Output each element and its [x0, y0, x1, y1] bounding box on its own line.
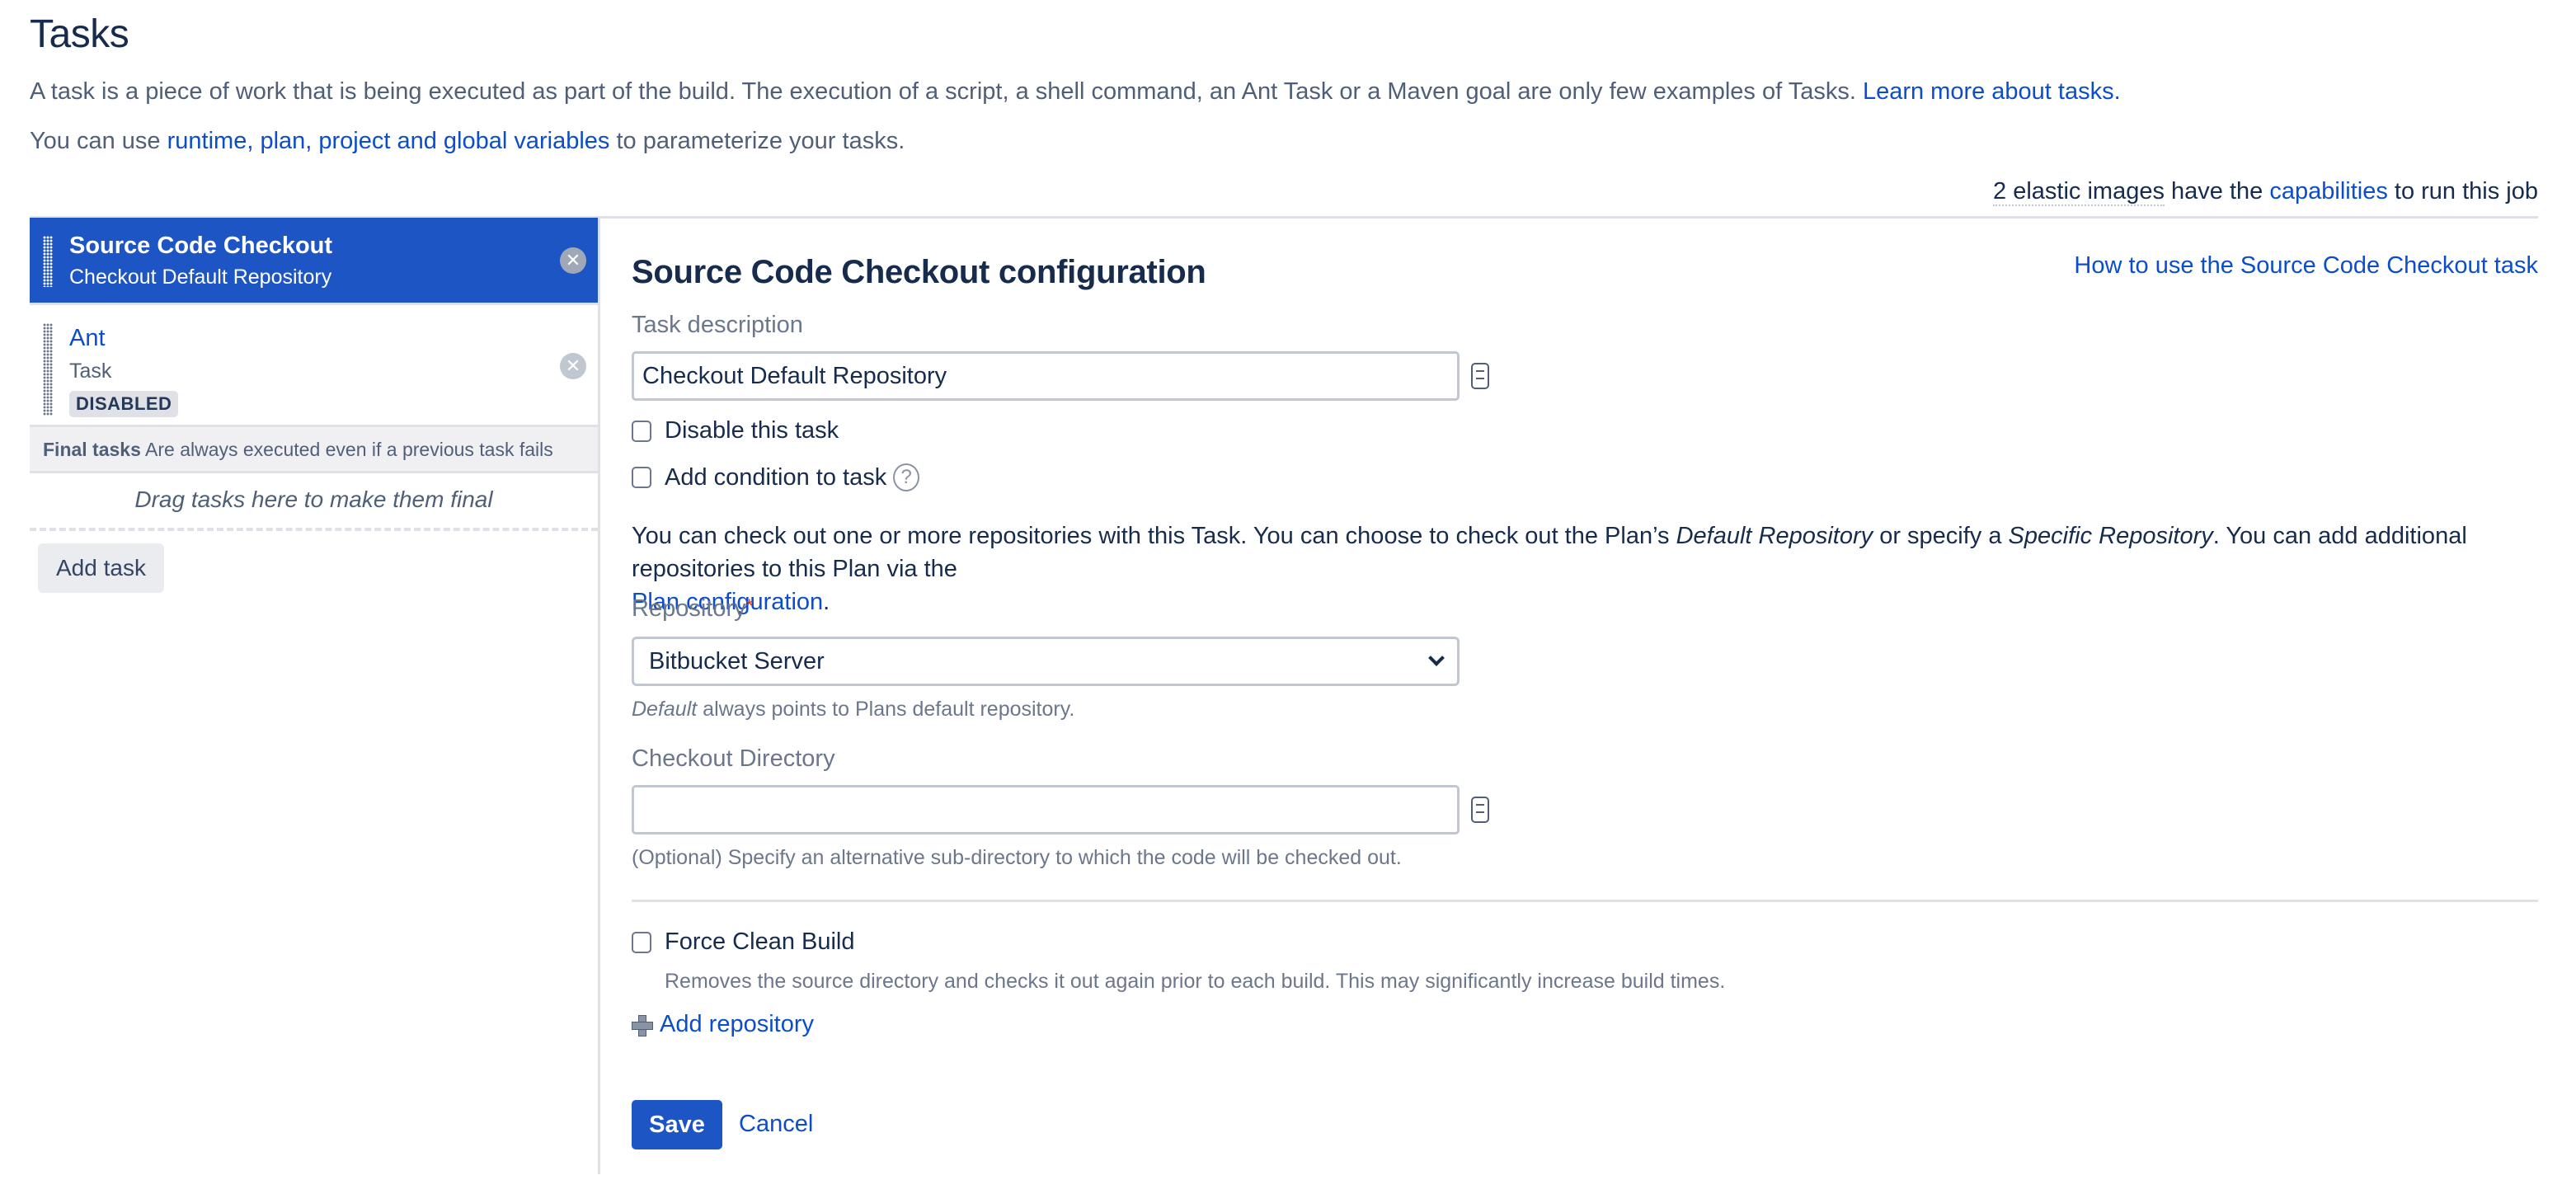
config-panel: Source Code Checkout configuration How t… — [632, 218, 2538, 1191]
force-clean-label[interactable]: Force Clean Build — [665, 928, 855, 956]
repository-help-em: Default — [632, 698, 698, 721]
task-description-input[interactable] — [632, 351, 1460, 401]
add-condition-checkbox[interactable] — [632, 467, 651, 488]
close-circle-icon[interactable]: ✕ — [560, 353, 586, 379]
task-subtitle: Task — [69, 360, 112, 383]
final-tasks-description: Are always executed even if a previous t… — [145, 439, 553, 460]
help-question-icon[interactable]: ? — [893, 463, 920, 491]
repo-info-part: You can check out one or more repositori… — [632, 523, 1676, 549]
checkout-directory-help: (Optional) Specify an alternative sub-di… — [632, 846, 1402, 869]
add-repository-label[interactable]: Add repository — [660, 1011, 814, 1038]
final-tasks-label: Final tasks — [43, 439, 141, 460]
plus-icon — [632, 1014, 653, 1037]
divider — [632, 900, 2538, 902]
repository-info-text: You can check out one or more repositori… — [632, 519, 2528, 618]
repository-help-text: always points to Plans default repositor… — [697, 698, 1075, 721]
add-repository-link[interactable]: Add repository — [632, 1011, 814, 1038]
checkout-directory-input[interactable] — [632, 785, 1460, 834]
disable-task-label[interactable]: Disable this task — [665, 417, 839, 444]
close-circle-icon[interactable]: ✕ — [560, 247, 586, 274]
drag-handle-icon[interactable] — [43, 323, 53, 416]
add-condition-row: Add condition to task ? — [632, 463, 920, 491]
variables-suffix: to parameterize your tasks. — [609, 128, 905, 154]
task-subtitle: Checkout Default Repository — [69, 266, 332, 289]
required-marker: * — [745, 595, 754, 616]
variables-icon[interactable] — [1471, 363, 1489, 389]
task-description-label: Task description — [632, 312, 803, 338]
variables-link[interactable]: runtime, plan, project and global variab… — [167, 128, 610, 154]
task-name: Source Code Checkout — [69, 233, 333, 259]
repo-info-part: or specify a — [1873, 523, 2009, 549]
intro-text: A task is a piece of work that is being … — [30, 78, 2121, 106]
intro-description: A task is a piece of work that is being … — [30, 78, 1863, 105]
repo-info-part: . — [823, 589, 830, 615]
add-task-button[interactable]: Add task — [38, 543, 164, 593]
repository-label: Repository* — [632, 595, 753, 623]
elastic-images-count[interactable]: 2 elastic images — [1993, 178, 2165, 206]
final-tasks-dropzone[interactable]: Drag tasks here to make them final — [30, 473, 598, 531]
chevron-down-icon — [1428, 650, 1445, 666]
save-button[interactable]: Save — [632, 1100, 722, 1149]
page-title: Tasks — [30, 12, 129, 56]
checkout-directory-label: Checkout Directory — [632, 745, 835, 772]
task-name[interactable]: Ant — [69, 325, 106, 352]
repo-info-default: Default Repository — [1676, 523, 1873, 549]
task-item-ant[interactable]: Ant Task DISABLED ✕ — [30, 305, 598, 427]
repository-help: Default always points to Plans default r… — [632, 698, 1074, 722]
variables-prefix: You can use — [30, 128, 167, 154]
learn-more-link[interactable]: Learn more about tasks. — [1863, 78, 2121, 105]
capabilities-suffix: to run this job — [2387, 178, 2538, 204]
task-list-panel: Source Code Checkout Checkout Default Re… — [30, 218, 600, 1174]
repository-select[interactable]: Bitbucket Server — [632, 637, 1460, 686]
force-clean-help: Removes the source directory and checks … — [665, 970, 1726, 993]
repo-info-specific: Specific Repository — [2008, 523, 2213, 549]
force-clean-checkbox[interactable] — [632, 931, 651, 953]
cancel-link[interactable]: Cancel — [739, 1111, 813, 1138]
help-link[interactable]: How to use the Source Code Checkout task — [2074, 252, 2538, 280]
variables-icon[interactable] — [1471, 797, 1489, 823]
final-tasks-header: Final tasks Are always executed even if … — [30, 427, 598, 473]
repository-label-text: Repository — [632, 595, 746, 622]
repository-selected-value: Bitbucket Server — [649, 647, 825, 675]
disabled-badge: DISABLED — [69, 391, 179, 417]
disable-task-checkbox[interactable] — [632, 420, 651, 442]
task-item-source-code-checkout[interactable]: Source Code Checkout Checkout Default Re… — [30, 218, 598, 305]
add-condition-label[interactable]: Add condition to task — [665, 464, 886, 491]
capabilities-info: 2 elastic images have the capabilities t… — [1993, 178, 2538, 206]
capabilities-link[interactable]: capabilities — [2269, 178, 2387, 204]
disable-task-row: Disable this task — [632, 417, 839, 444]
variables-text: You can use runtime, plan, project and g… — [30, 128, 905, 155]
capabilities-mid: have the — [2164, 178, 2270, 204]
config-title: Source Code Checkout configuration — [632, 254, 1206, 290]
force-clean-row: Force Clean Build — [632, 928, 855, 956]
drag-handle-icon[interactable] — [43, 236, 53, 287]
